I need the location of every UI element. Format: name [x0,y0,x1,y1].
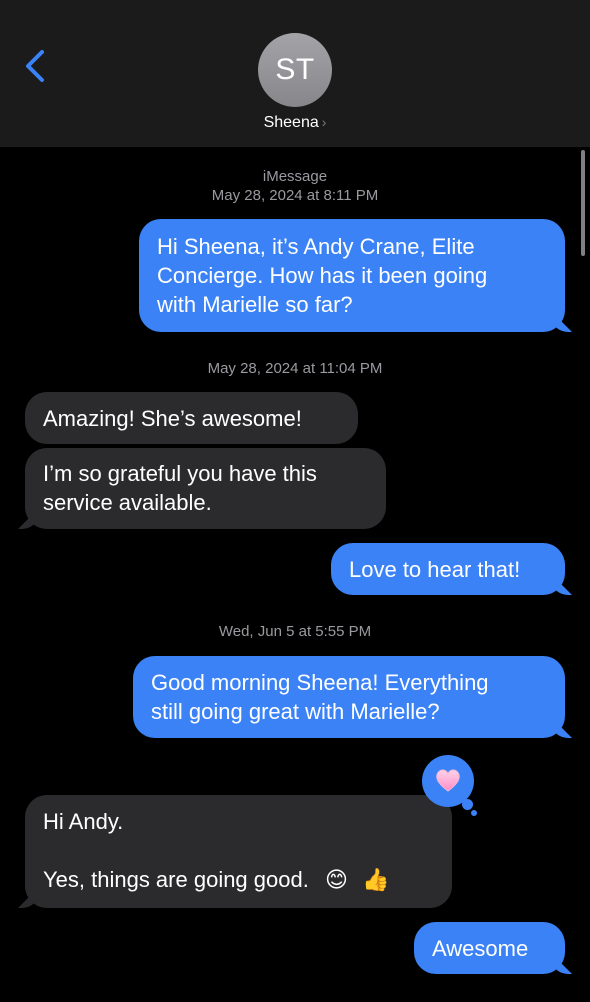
message-text: Good morning Sheena! Everything [151,670,489,695]
message-text: service available. [43,490,212,515]
message-text: Love to hear that! [349,557,521,582]
message-text: Hi Sheena, it’s Andy Crane, Elite [157,234,475,259]
chevron-right-icon: › [321,114,327,130]
message-bubble-incoming[interactable]: Hi Andy. Yes, things are going good. 😊 👍 [25,795,452,908]
thumbs-up-emoji-icon: 👍 [362,867,390,892]
timestamp: Wed, Jun 5 at 5:55 PM [218,623,372,640]
message-text: Yes, things are going good. [43,867,309,892]
message-text [43,836,434,865]
message-bubble-incoming[interactable]: Amazing! She’s awesome! [25,392,358,444]
service-label: iMessage [262,168,328,185]
pink-heart-icon [436,769,460,792]
smiling-face-emoji-icon: 😊 [324,867,348,892]
timestamp: May 28, 2024 at 8:11 PM [211,187,379,204]
contact-name-button[interactable]: Sheena › [0,114,590,132]
message-bubble-outgoing[interactable]: Love to hear that! [331,543,565,595]
message-bubble-outgoing[interactable]: Good morning Sheena! Everything still go… [133,656,565,738]
message-text: Hi Andy. [43,809,124,834]
tapback-tail-dot [471,810,477,816]
avatar-initials: ST [275,53,315,86]
contact-avatar[interactable]: ST [258,33,332,107]
message-text: with Marielle so far? [157,292,353,317]
message-text: Concierge. How has it been going [157,263,488,288]
tapback-tail-dot [462,799,473,810]
contact-name: Sheena [263,114,319,131]
message-bubble-outgoing[interactable]: Hi Sheena, it’s Andy Crane, Elite Concie… [139,219,565,332]
message-text: still going great with Marielle? [151,699,440,724]
timestamp: May 28, 2024 at 11:04 PM [207,360,383,377]
message-text: Amazing! She’s awesome! [43,406,302,431]
message-text: I’m so grateful you have this [43,461,317,486]
message-bubble-outgoing[interactable]: Awesome [414,922,565,974]
message-bubble-incoming[interactable]: I’m so grateful you have this service av… [25,448,386,529]
conversation-header: ST Sheena › [0,0,590,147]
message-text: Awesome [432,936,529,961]
message-text-row: Yes, things are going good. 😊 👍 [43,865,434,894]
back-chevron-icon[interactable] [18,46,52,86]
